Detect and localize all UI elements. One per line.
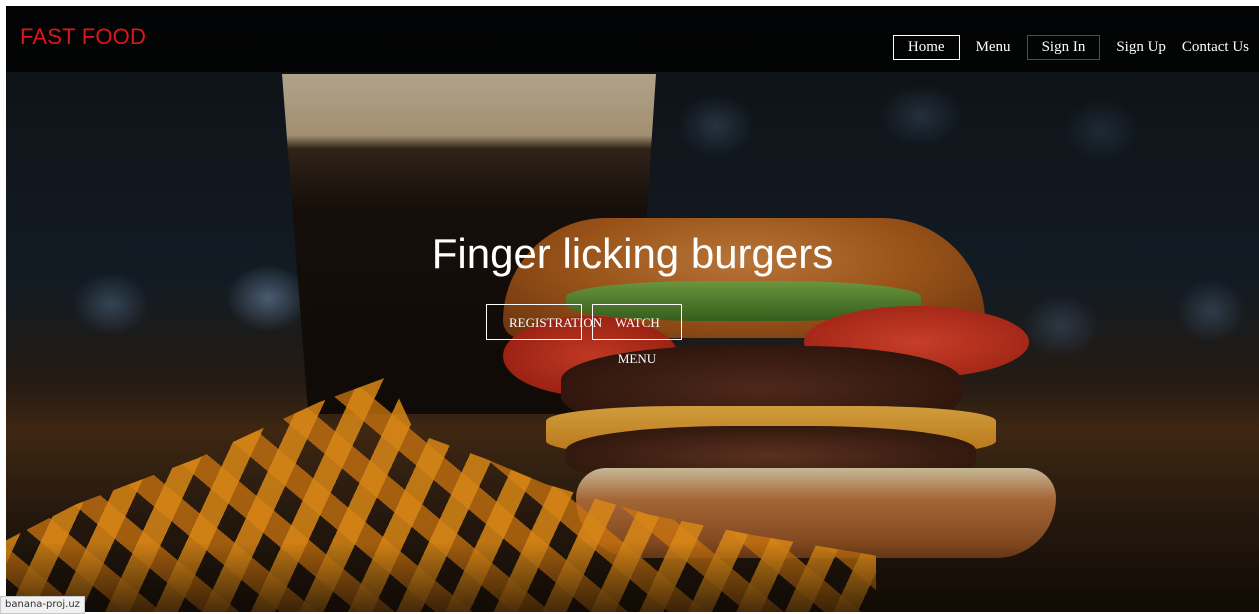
browser-status-url: banana-proj.uz — [0, 596, 85, 614]
page-frame: FAST FOOD Home Menu Sign In Sign Up Cont… — [6, 6, 1259, 612]
navbar: FAST FOOD Home Menu Sign In Sign Up Cont… — [6, 6, 1259, 72]
brand-logo[interactable]: FAST FOOD — [20, 24, 146, 50]
hero-title: Finger licking burgers — [431, 230, 834, 277]
nav-item-menu[interactable]: Menu — [976, 35, 1011, 60]
hero-buttons: REGISTRATION WATCH MENU — [486, 304, 682, 366]
registration-button[interactable]: REGISTRATION — [486, 304, 602, 340]
nav-item-contact-us[interactable]: Contact Us — [1182, 35, 1249, 60]
nav-item-sign-in[interactable]: Sign In — [1026, 35, 1101, 60]
nav-menu: Home Menu Sign In Sign Up Contact Us — [892, 35, 1259, 60]
nav-item-sign-up[interactable]: Sign Up — [1116, 35, 1166, 60]
watch-menu-button[interactable]: WATCH MENU — [592, 304, 682, 366]
nav-item-home[interactable]: Home — [892, 35, 960, 60]
